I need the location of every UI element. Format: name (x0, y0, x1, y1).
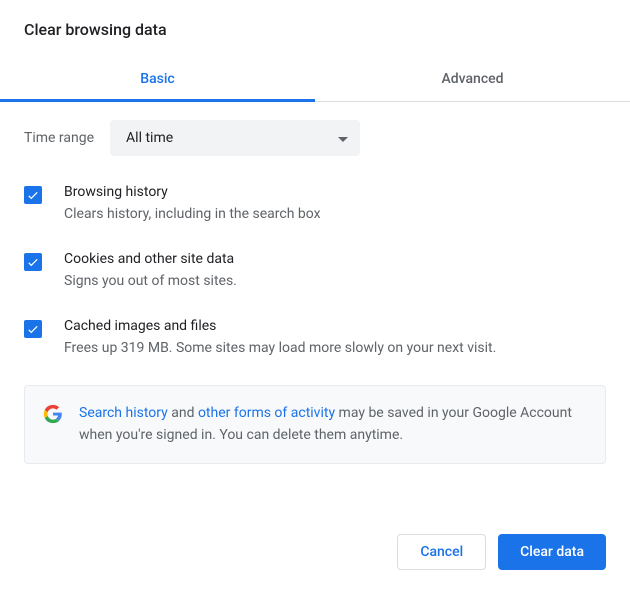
option-desc: Frees up 319 MB. Some sites may load mor… (64, 338, 496, 359)
option-cookies: Cookies and other site data Signs you ou… (24, 251, 606, 292)
option-text: Cached images and files Frees up 319 MB.… (64, 318, 496, 359)
time-range-row: Time range All time (24, 120, 606, 156)
option-desc: Signs you out of most sites. (64, 271, 237, 292)
tab-label: Basic (140, 71, 174, 87)
option-text: Browsing history Clears history, includi… (64, 184, 321, 225)
cancel-button[interactable]: Cancel (397, 534, 486, 570)
dialog-footer: Cancel Clear data (0, 464, 630, 570)
button-label: Cancel (420, 544, 463, 560)
option-desc: Clears history, including in the search … (64, 204, 321, 225)
checkbox-browsing-history[interactable] (24, 186, 42, 204)
clear-data-button[interactable]: Clear data (498, 534, 606, 570)
notice-text: Search history and other forms of activi… (79, 402, 587, 447)
checkbox-cached[interactable] (24, 320, 42, 338)
time-range-label: Time range (24, 130, 94, 146)
dialog-body: Time range All time Browsing history Cle… (0, 102, 630, 464)
search-history-link[interactable]: Search history (79, 405, 168, 421)
check-icon (26, 322, 40, 336)
tabs: Basic Advanced (0, 57, 630, 102)
google-account-notice: Search history and other forms of activi… (24, 385, 606, 464)
other-activity-link[interactable]: other forms of activity (198, 405, 335, 421)
button-label: Clear data (520, 544, 584, 560)
check-icon (26, 188, 40, 202)
option-browsing-history: Browsing history Clears history, includi… (24, 184, 606, 225)
tab-label: Advanced (441, 71, 503, 87)
check-icon (26, 255, 40, 269)
option-title: Cookies and other site data (64, 251, 237, 267)
tab-basic[interactable]: Basic (0, 57, 315, 101)
option-title: Browsing history (64, 184, 321, 200)
option-title: Cached images and files (64, 318, 496, 334)
checkbox-cookies[interactable] (24, 253, 42, 271)
dialog-title: Clear browsing data (0, 20, 630, 57)
tab-advanced[interactable]: Advanced (315, 57, 630, 101)
chevron-down-icon (338, 130, 348, 146)
time-range-value: All time (126, 130, 173, 146)
clear-browsing-data-dialog: Clear browsing data Basic Advanced Time … (0, 0, 630, 594)
option-text: Cookies and other site data Signs you ou… (64, 251, 237, 292)
google-logo-icon (43, 404, 63, 424)
time-range-select[interactable]: All time (110, 120, 360, 156)
notice-mid1: and (168, 405, 198, 421)
option-cached: Cached images and files Frees up 319 MB.… (24, 318, 606, 359)
